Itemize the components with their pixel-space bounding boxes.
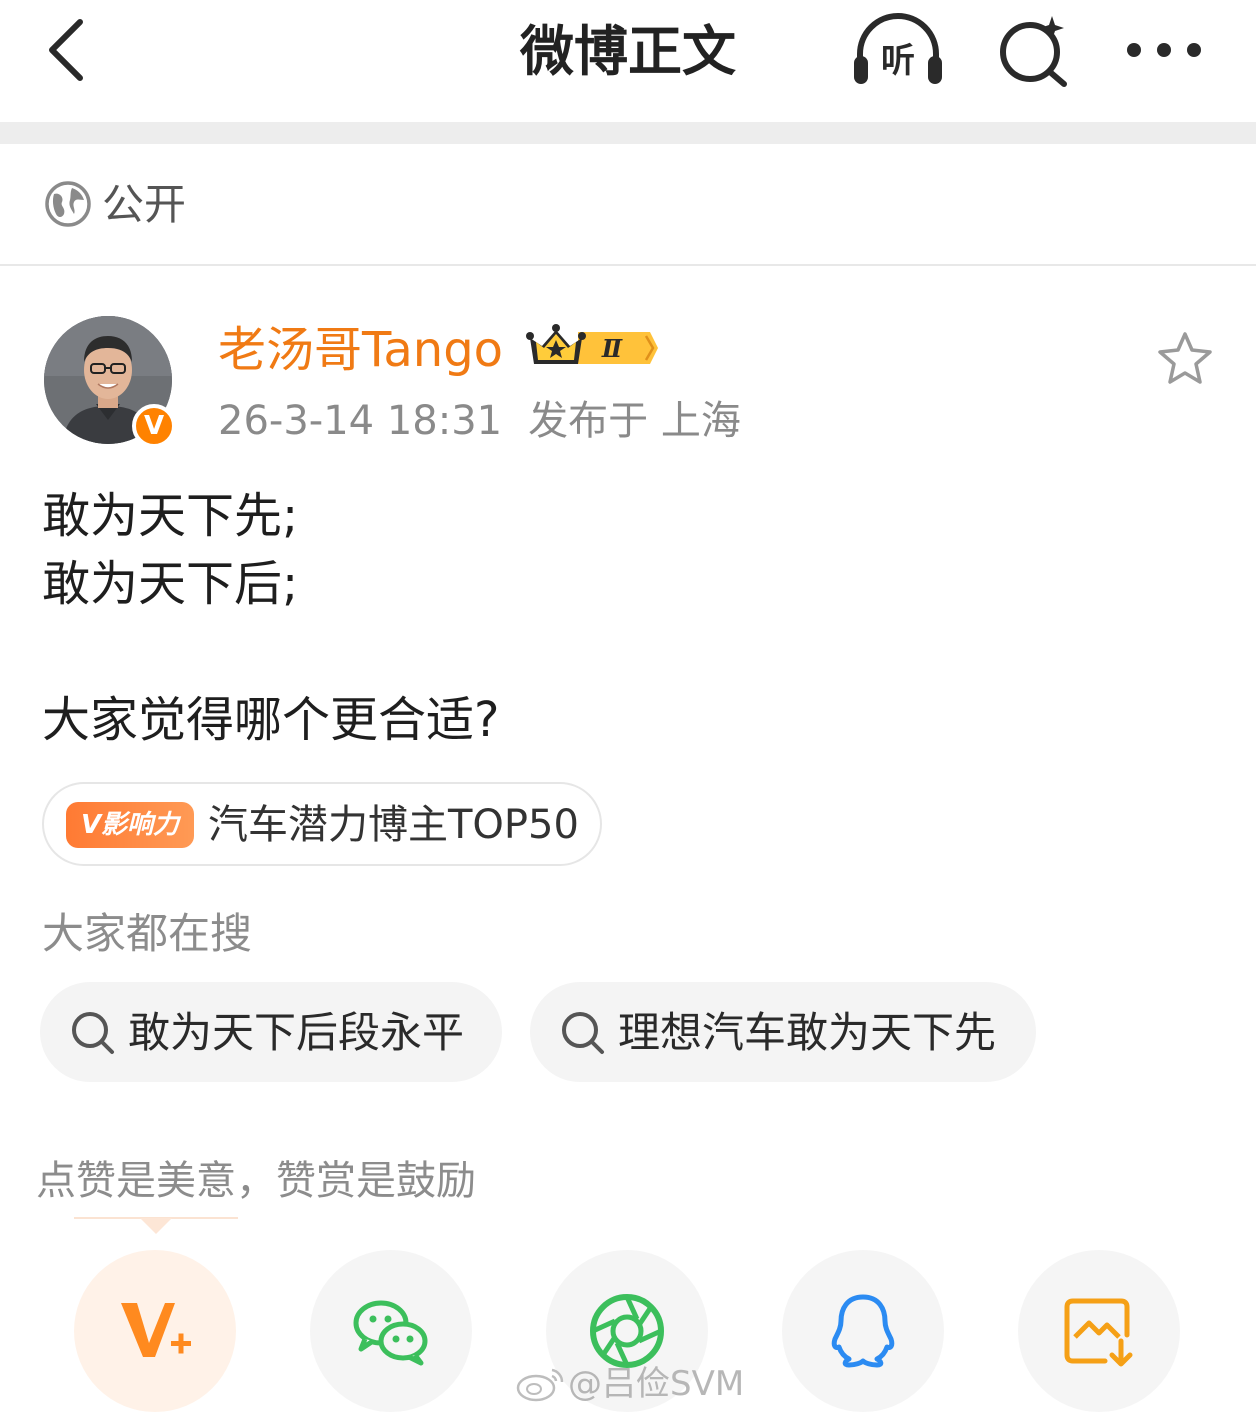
search-sparkle-icon	[1000, 16, 1067, 87]
more-button[interactable]	[1120, 22, 1208, 78]
hot-search-label: 理想汽车敢为天下先	[618, 1008, 997, 1057]
author-name[interactable]: 老汤哥Tango	[218, 318, 503, 382]
listen-button[interactable]: 听	[850, 12, 946, 88]
weibo-watermark-logo	[516, 1366, 566, 1402]
search-button[interactable]	[994, 12, 1074, 88]
reward-prompt: 点赞是美意，赞赏是鼓励	[36, 1158, 476, 1204]
star-icon	[1158, 332, 1212, 384]
search-icon	[560, 1010, 606, 1056]
divider-band	[0, 122, 1256, 144]
chevron-left-icon	[49, 19, 83, 81]
share-save-button[interactable]	[1018, 1250, 1180, 1412]
favorite-button[interactable]	[1156, 330, 1214, 388]
crown-icon: Ⅱ	[526, 324, 658, 364]
moments-icon	[590, 1294, 664, 1368]
share-qq-button[interactable]	[782, 1250, 944, 1412]
post-body-line: 敢为天下先;	[42, 488, 299, 544]
post-body-line: 敢为天下后;	[42, 556, 299, 612]
share-vplus-button[interactable]	[74, 1250, 236, 1412]
visibility-label: 公开	[102, 180, 187, 229]
watermark-text: @吕俭SVM	[568, 1364, 745, 1404]
visibility-row	[0, 144, 1256, 266]
listen-label: 听	[881, 41, 915, 81]
verified-badge: V	[132, 404, 176, 448]
crown-level-badge[interactable]: Ⅱ	[526, 324, 660, 372]
influence-text: 汽车潜力博主TOP50	[208, 802, 579, 848]
headphones-icon: 听	[854, 13, 942, 84]
back-button[interactable]	[40, 14, 96, 86]
globe-icon	[44, 180, 92, 228]
share-wechat-button[interactable]	[310, 1250, 472, 1412]
pointer-caret	[74, 1216, 238, 1236]
post-location: 发布于 上海	[528, 398, 741, 444]
more-dots-icon	[1127, 43, 1201, 57]
post-body-line: 大家觉得哪个更合适?	[42, 692, 500, 748]
post-meta: 26-3-14 18:31 发布于 上海	[218, 394, 741, 448]
search-icon	[70, 1010, 116, 1056]
save-image-icon	[1064, 1298, 1133, 1367]
hot-search-label: 敢为天下后段永平	[128, 1008, 465, 1057]
badge-level: Ⅱ	[601, 334, 623, 363]
wechat-icon	[353, 1300, 428, 1366]
qq-icon	[831, 1294, 895, 1368]
post-time: 26-3-14 18:31	[218, 398, 503, 444]
influence-badge: V影响力	[66, 802, 194, 848]
hot-search-heading: 大家都在搜	[42, 909, 253, 958]
vplus-icon	[121, 1303, 191, 1357]
